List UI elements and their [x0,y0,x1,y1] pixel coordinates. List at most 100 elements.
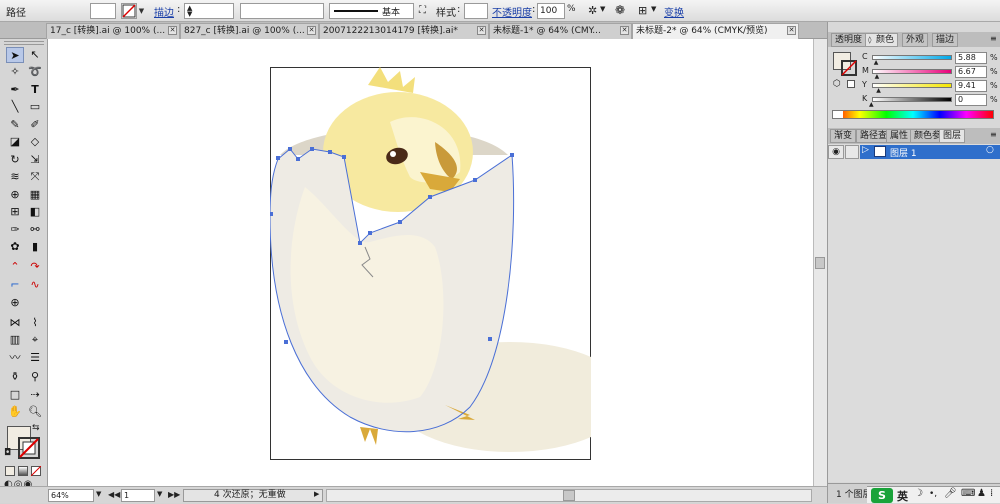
crop-area-tool-icon[interactable]: □ [6,387,24,403]
smooth-tool-icon[interactable]: ∿ [26,277,44,293]
free-transform-tool-icon[interactable]: ⤧ [26,169,44,185]
horizontal-scrollbar[interactable] [326,489,812,502]
align-to-icon[interactable]: ⊞ [638,4,647,17]
stroke-link[interactable]: 描边 [154,4,174,19]
warp-tool-icon[interactable]: ≋ [6,169,24,185]
shape-builder-tool-icon[interactable]: ⊕ [6,187,24,203]
toolbox-icon[interactable]: ⁞ [990,488,993,499]
live-paint-selection-icon[interactable]: ⚲ [26,369,44,385]
blob-brush-tool-icon[interactable]: ◪ [6,134,24,150]
hand-tool-icon[interactable]: ✋ [6,404,24,420]
slider-thumb-icon[interactable]: ▲ [876,87,881,94]
type-tool-icon[interactable]: T [26,82,44,98]
ime-language-label[interactable]: 英 [897,488,908,504]
slider-thumb-icon[interactable]: ▲ [874,59,879,66]
visibility-eye-icon[interactable]: ◉ [828,145,844,159]
zoom-field[interactable]: 64% [48,489,94,502]
gradient-tool-icon[interactable]: ◧ [26,204,44,220]
graph-tool-icon[interactable]: ▥ [6,332,24,348]
knife-tool-icon[interactable]: 〰 [6,350,24,366]
pencil-tool-icon[interactable]: ✐ [26,117,44,133]
opacity-field[interactable]: 100 [537,3,565,19]
column-graph-tool-icon[interactable]: ▮ [26,239,44,255]
envelope-tool-icon[interactable]: ⋈ [6,315,24,331]
moon-icon[interactable]: ☽ [914,488,923,499]
layer-row-1[interactable]: ▷ 图层 1 ○ [860,145,1000,159]
chevron-down-icon[interactable]: ▼ [96,490,101,498]
toolbox-grip[interactable] [4,41,44,45]
none-mode-icon[interactable] [30,465,42,477]
shirt-skin-icon[interactable]: ♟ [977,488,986,499]
stroke-swatch[interactable] [18,437,40,459]
channel-slider-c[interactable] [872,55,952,60]
graphic-style-dropdown[interactable] [464,3,488,19]
slider-thumb-icon[interactable]: ▲ [875,73,880,80]
width-tool-icon[interactable]: ⌇ [26,315,44,331]
layer-name[interactable]: 图层 1 [890,146,917,159]
magic-wand-tool-icon[interactable]: ✧ [6,64,24,80]
eyedropper-tool-icon[interactable]: ✑ [6,222,24,238]
tab-stroke[interactable]: 描边 [932,33,959,47]
horizontal-scroll-thumb[interactable] [563,490,575,501]
measure-tool-icon[interactable]: ⇢ [26,387,44,403]
chevron-down-icon[interactable]: ▼ [651,5,656,13]
scissors-tool-icon[interactable]: ☰ [26,350,44,366]
anchor-point-tool-icon[interactable]: ⌃ [6,259,24,275]
chick-in-egg-artwork[interactable] [270,67,591,460]
stroke-weight-field[interactable]: ▲ ▼ [184,3,234,19]
sogou-logo-icon[interactable]: S [871,488,893,503]
direct-selection-tool-icon[interactable]: ↖ [26,47,44,63]
channel-value-m[interactable]: 6.67 [955,66,987,78]
play-icon[interactable]: ▶ [314,490,319,498]
perspective-grid-tool-icon[interactable]: ▦ [26,187,44,203]
tab-document-2[interactable]: 827_c [转换].ai @ 100% (... ✕ [180,23,319,39]
out-of-gamut-icon[interactable]: ⬡ [833,79,841,89]
vertical-scrollbar[interactable] [813,39,827,486]
color-mode-icon[interactable] [5,466,15,476]
close-icon[interactable]: ✕ [787,26,796,35]
pen-tool-icon[interactable]: ✒ [6,82,24,98]
mesh-tool-icon[interactable]: ⊞ [6,204,24,220]
tab-document-1[interactable]: 17_c [转换].ai @ 100% (... ✕ [46,23,180,39]
web-safe-swatch[interactable] [847,80,855,88]
stroke-color-swatch[interactable] [121,3,137,19]
microphone-icon[interactable]: 🎤︎ [944,488,957,499]
panel-menu-icon[interactable]: ≡ [990,130,997,139]
tab-attributes[interactable]: 属性 [886,129,913,143]
scale-tool-icon[interactable]: ⇲ [26,152,44,168]
tab-gradient[interactable]: 渐变 [830,129,857,143]
first-artboard-icon[interactable]: ◀◀ [108,490,120,499]
panel-menu-icon[interactable]: ≡ [990,34,997,43]
curvature-tool-icon[interactable]: ↷ [26,259,44,275]
vertical-scroll-thumb[interactable] [815,257,825,269]
chevron-down-icon[interactable]: ▼ [137,4,146,18]
tab-document-3[interactable]: 2007122213014179 [转换].ai* ✕ [319,23,489,39]
gradient-mode-icon[interactable] [18,466,28,476]
color-spectrum-bar[interactable] [832,110,994,119]
live-paint-bucket-icon[interactable]: ⚱ [6,369,24,385]
channel-slider-m[interactable] [872,69,952,74]
rotate-tool-icon[interactable]: ↻ [6,152,24,168]
line-tool-icon[interactable]: ╲ [6,99,24,115]
default-colors-icon[interactable]: ◘ [4,448,11,458]
punctuation-icon[interactable]: •, [929,489,937,499]
slider-thumb-icon[interactable]: ▲ [869,101,874,108]
close-icon[interactable]: ✕ [168,26,177,35]
keyboard-icon[interactable]: ⌨ [961,488,975,499]
lasso-tool-icon[interactable]: ➰ [26,64,44,80]
symbol-sprayer-tool-icon[interactable]: ✿ [6,239,24,255]
swap-fill-stroke-icon[interactable]: ⇆ [32,423,40,433]
artboard-tool-icon[interactable]: ⊕ [6,295,24,311]
tab-color[interactable]: ◊ 颜色 [865,33,899,47]
artboard-number-field[interactable]: 1 [121,489,155,502]
paintbrush-tool-icon[interactable]: ✎ [6,117,24,133]
slice-tool-icon[interactable]: ⌖ [26,332,44,348]
tab-appearance[interactable]: 外观 [902,33,929,47]
recolor-artwork-icon[interactable]: ✲ [588,4,597,17]
zoom-tool-icon[interactable]: 🔍︎ [26,404,44,420]
expand-arrow-icon[interactable]: ▷ [862,145,869,155]
fill-color-dropdown[interactable] [90,3,116,19]
channel-slider-k[interactable] [872,97,952,102]
chevron-down-icon[interactable]: ▼ [157,490,162,498]
variable-width-profile[interactable] [240,3,324,19]
